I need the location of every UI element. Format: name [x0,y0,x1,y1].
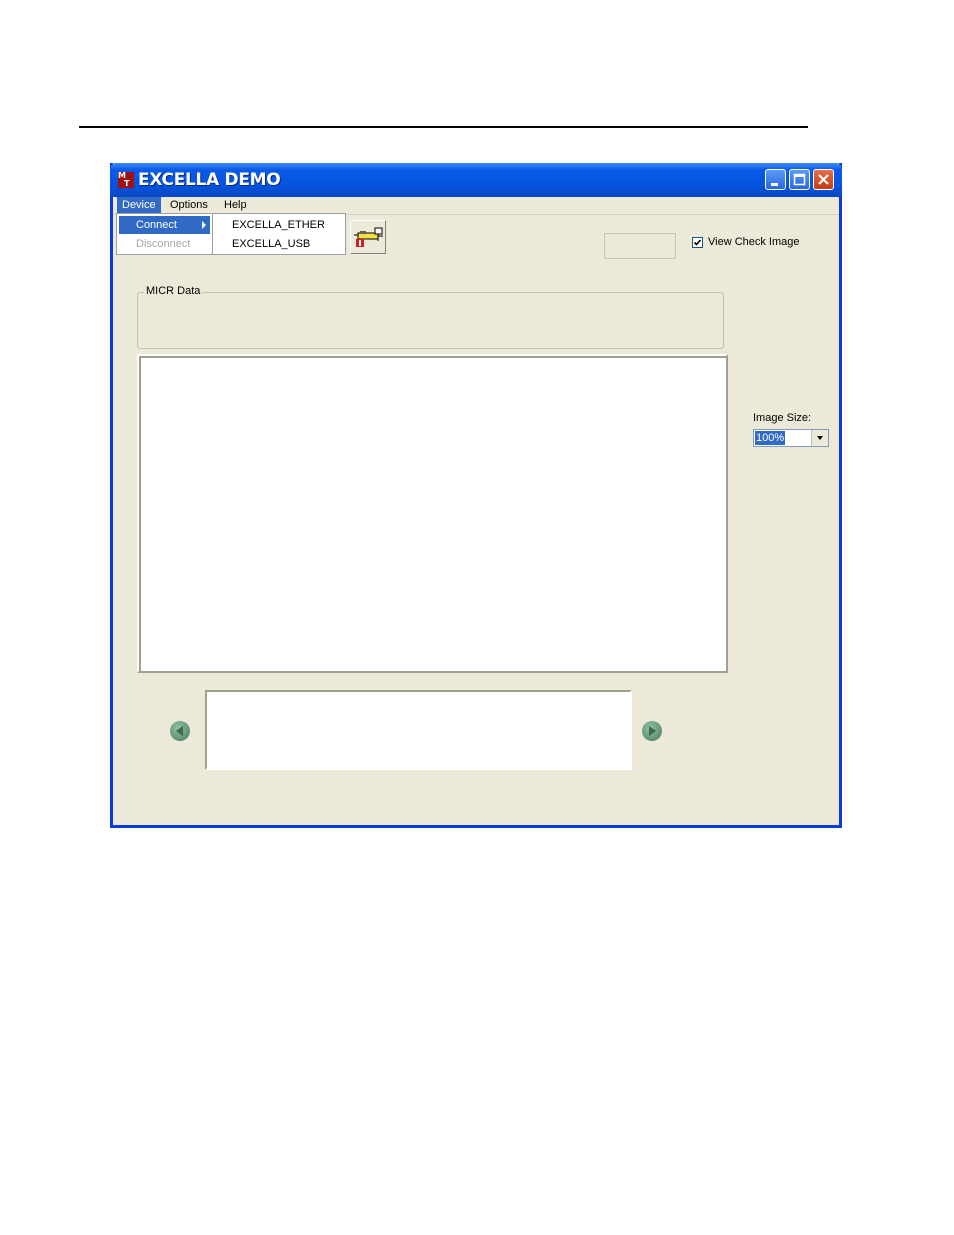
minimize-icon [771,183,778,186]
window-title: EXCELLA DEMO [138,170,281,190]
chevron-down-icon[interactable] [811,430,828,446]
view-check-image-label: View Check Image [708,236,800,248]
app-window: M T EXCELLA DEMO Device Options Help Con… [110,163,842,828]
minimize-button[interactable] [765,169,786,190]
menu-help[interactable]: Help [219,197,252,214]
micr-data-group: MICR Data [137,285,724,349]
check-text-box[interactable] [205,690,632,770]
left-arrow-icon [176,726,183,736]
status-field [604,233,676,259]
image-size-label: Image Size: [753,412,812,424]
maximize-button[interactable] [789,169,810,190]
close-button[interactable] [813,169,834,190]
menu-device[interactable]: Device [117,197,161,214]
check-image-panel [137,354,728,673]
previous-button[interactable] [170,721,190,741]
maximize-icon [793,173,806,186]
device-dropdown: Connect Disconnect [116,213,213,255]
menu-item-disconnect: Disconnect [136,238,191,250]
checkmark-icon [693,239,702,246]
page-horizontal-rule [79,126,808,128]
checkbox-box[interactable] [692,237,703,248]
connect-label: Connect [136,219,177,231]
scanner-connect-icon [354,227,383,247]
image-size-value: 100% [755,431,786,445]
image-size-combobox[interactable]: 100% [753,429,829,447]
close-icon [818,174,829,185]
menu-item-excella-ether[interactable]: EXCELLA_ETHER [215,216,343,234]
menu-item-connect[interactable]: Connect [119,216,210,234]
next-button[interactable] [642,721,662,741]
submenu-arrow-icon [202,221,206,229]
micr-data-label: MICR Data [144,285,203,297]
title-bar[interactable]: M T EXCELLA DEMO [110,163,842,197]
right-arrow-icon [649,726,656,736]
app-icon: M T [118,172,134,188]
menu-item-excella-usb[interactable]: EXCELLA_USB [215,235,343,253]
connect-submenu: EXCELLA_ETHER EXCELLA_USB [212,213,346,255]
menu-options[interactable]: Options [165,197,213,214]
app-icon-letter-t: T [124,179,130,188]
scan-toolbar-button[interactable] [350,220,386,254]
